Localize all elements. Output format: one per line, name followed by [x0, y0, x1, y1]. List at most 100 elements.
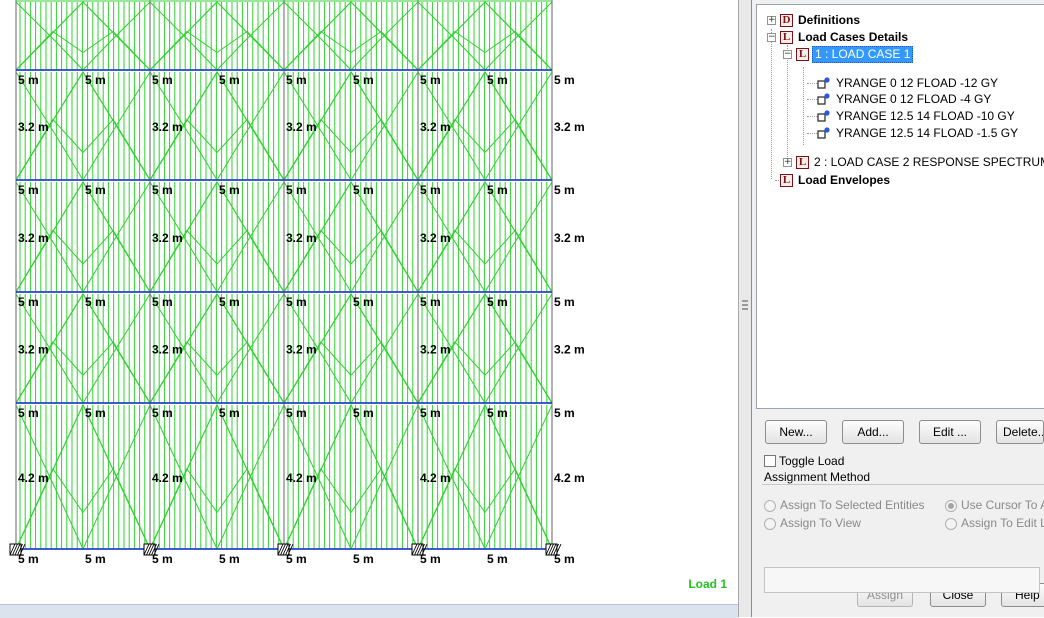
load-page-panel: + D Definitions − L Load Cases Details −…	[752, 0, 1044, 617]
dimension-label: 3.2 m	[286, 120, 317, 134]
add-button[interactable]: Add...	[842, 420, 904, 444]
dimension-label: 5 m	[152, 295, 173, 309]
tree-item-load-cases-details[interactable]: L Load Cases Details	[780, 29, 910, 45]
tree-item-load-envelopes[interactable]: L Load Envelopes	[780, 172, 892, 188]
expand-definitions-button[interactable]: +	[767, 16, 776, 25]
dimension-label: 5 m	[18, 73, 39, 87]
tree-line	[807, 83, 817, 84]
load-envelope	[15, 30, 84, 71]
tree-item-label: 1 : LOAD CASE 1	[812, 45, 914, 63]
collapse-load-cases-button[interactable]: −	[767, 33, 776, 42]
toggle-load-checkbox[interactable]	[764, 455, 776, 467]
load-case-l-icon: L	[796, 155, 809, 169]
dimension-label: 3.2 m	[554, 343, 585, 357]
dimension-label: 5 m	[554, 406, 575, 420]
dimension-label: 4.2 m	[420, 471, 451, 485]
collapse-load-case-1-button[interactable]: −	[783, 50, 792, 59]
tree-item-label: Load Cases Details	[798, 29, 909, 44]
dimension-label: 5 m	[286, 406, 307, 420]
frame-drawing[interactable]: 5 m 5 m 5 m 5 m 5 m 5 m 5 m 5 m 5 m 5 m 5 m 5 m 5 m 5…	[0, 0, 738, 604]
load-case-l-icon: L	[780, 30, 793, 44]
tree-item-label: YRANGE 12.5 14 FLOAD -10 GY	[836, 108, 1015, 123]
dimension-label: 3.2 m	[152, 343, 183, 357]
tree-item-label: 2 : LOAD CASE 2 RESPONSE SPECTRUM	[814, 154, 1044, 169]
dimension-label: 5 m	[420, 295, 441, 309]
dimension-label: 5 m	[219, 552, 240, 566]
dimension-label: 5 m	[219, 183, 240, 197]
structure-viewport[interactable]: 5 m 5 m 5 m 5 m 5 m 5 m 5 m 5 m 5 m 5 m 5 m 5 m 5 m 5…	[0, 0, 738, 604]
dimension-label: 5 m	[487, 183, 508, 197]
load-tree[interactable]: + D Definitions − L Load Cases Details −…	[756, 4, 1044, 409]
load-case-label: Load 1	[688, 577, 727, 591]
dimension-label: 5 m	[219, 73, 240, 87]
tree-item-definitions[interactable]: D Definitions	[780, 12, 862, 28]
new-button[interactable]: New...	[765, 420, 827, 444]
dimension-label: 5 m	[85, 73, 106, 87]
assign-edit-list-radio[interactable]	[945, 518, 957, 530]
definitions-d-icon: D	[780, 13, 793, 27]
dimension-label: 5 m	[554, 183, 575, 197]
load-case-l-icon: L	[780, 173, 793, 187]
viewport-statusbar	[0, 604, 738, 618]
expand-load-case-2-button[interactable]: +	[783, 158, 792, 167]
dimension-label: 3.2 m	[420, 231, 451, 245]
dimension-label: 5 m	[353, 183, 374, 197]
dimension-label: 5 m	[286, 295, 307, 309]
dimension-label: 5 m	[420, 183, 441, 197]
assign-selected-radio[interactable]	[764, 500, 776, 512]
dimension-label: 3.2 m	[18, 120, 49, 134]
assign-view-radio[interactable]	[764, 518, 776, 530]
toggle-load-label: Toggle Load	[779, 454, 845, 468]
edit-button[interactable]: Edit ...	[919, 420, 981, 444]
tree-line	[807, 99, 817, 100]
dimension-label: 5 m	[353, 406, 374, 420]
tree-item-load[interactable]: YRANGE 12.5 14 FLOAD -10 GY	[817, 108, 1017, 124]
dimension-label: 5 m	[18, 552, 39, 566]
dimension-label: 3.2 m	[420, 120, 451, 134]
use-cursor-radio[interactable]	[945, 500, 957, 512]
assign-selected-label: Assign To Selected Entities	[780, 498, 925, 512]
load-envelope	[149, 30, 218, 71]
dimension-label: 5 m	[420, 406, 441, 420]
load-item-icon	[817, 127, 830, 139]
dimension-label: 5 m	[152, 406, 173, 420]
assign-target-field[interactable]	[764, 567, 1040, 593]
tree-item-load-case-1[interactable]: L 1 : LOAD CASE 1	[796, 45, 914, 63]
dimension-label: 5 m	[286, 183, 307, 197]
load-item-icon	[817, 77, 830, 89]
dimension-label: 3.2 m	[152, 231, 183, 245]
splitter-grip	[742, 304, 748, 306]
dimension-label: 5 m	[18, 406, 39, 420]
tree-item-load[interactable]: YRANGE 0 12 FLOAD -4 GY	[817, 91, 993, 107]
panel-splitter[interactable]	[738, 0, 752, 617]
dimension-label: 3.2 m	[152, 120, 183, 134]
dimension-label: 4.2 m	[152, 471, 183, 485]
tree-item-label: YRANGE 0 12 FLOAD -4 GY	[836, 91, 992, 106]
dimension-label: 5 m	[554, 73, 575, 87]
load-case-l-icon: L	[796, 47, 809, 61]
dimension-label: 5 m	[353, 552, 374, 566]
delete-button[interactable]: Delete...	[996, 420, 1044, 444]
tree-item-label: YRANGE 0 12 FLOAD -12 GY	[836, 75, 999, 90]
tree-item-label: YRANGE 12.5 14 FLOAD -1.5 GY	[836, 125, 1019, 140]
tree-item-label: Load Envelopes	[798, 172, 891, 187]
dimension-label: 5 m	[487, 406, 508, 420]
tree-item-load[interactable]: YRANGE 0 12 FLOAD -12 GY	[817, 75, 1000, 91]
dimension-label: 5 m	[554, 552, 575, 566]
dimension-label: 5 m	[219, 406, 240, 420]
dimension-label: 4.2 m	[286, 471, 317, 485]
dimension-label: 3.2 m	[554, 120, 585, 134]
dimension-label: 3.2 m	[286, 343, 317, 357]
dimension-label: 5 m	[18, 183, 39, 197]
splitter-grip	[742, 300, 748, 302]
tree-line	[807, 133, 817, 134]
dimension-label: 3.2 m	[286, 231, 317, 245]
load-item-icon	[817, 93, 830, 105]
tree-item-load[interactable]: YRANGE 12.5 14 FLOAD -1.5 GY	[817, 125, 1020, 141]
tree-item-load-case-2[interactable]: L 2 : LOAD CASE 2 RESPONSE SPECTRUM	[796, 154, 1044, 170]
dimension-label: 5 m	[487, 73, 508, 87]
dimension-label: 5 m	[85, 295, 106, 309]
dimension-label: 3.2 m	[18, 343, 49, 357]
dimension-label: 5 m	[487, 295, 508, 309]
dimension-label: 5 m	[85, 552, 106, 566]
